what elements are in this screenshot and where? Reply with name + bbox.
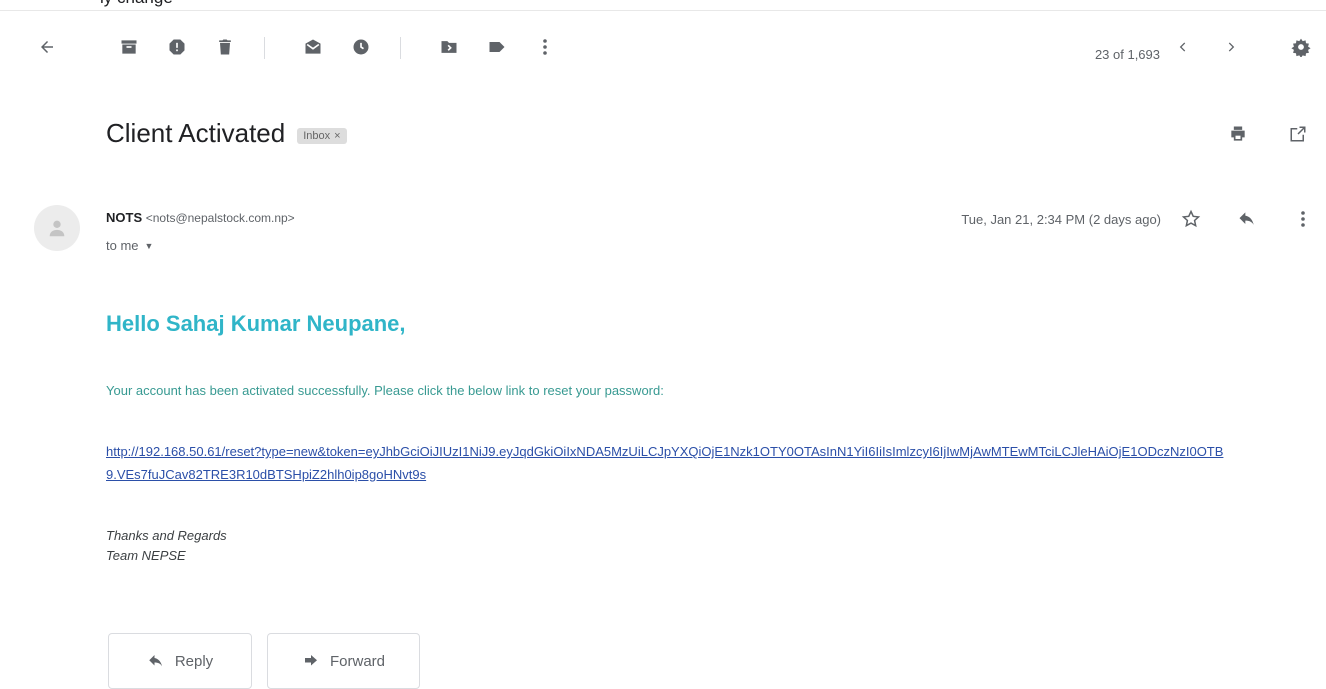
toolbar: 23 of 1,693 [0,22,1326,72]
details-dropdown-icon[interactable]: ▼ [145,241,154,251]
move-to-icon[interactable] [432,30,466,64]
settings-gear-icon[interactable] [1284,30,1318,64]
snooze-icon[interactable] [344,30,378,64]
more-icon[interactable] [528,30,562,64]
remove-label-icon[interactable]: × [334,130,340,142]
print-icon[interactable] [1226,122,1250,146]
open-new-window-icon[interactable] [1286,122,1310,146]
archive-icon[interactable] [112,30,146,64]
top-divider [0,10,1326,11]
email-signature: Thanks and Regards Team NEPSE [106,526,227,566]
reset-password-link[interactable]: http://192.168.50.61/reset?type=new&toke… [106,440,1226,486]
report-spam-icon[interactable] [160,30,194,64]
message-count: 23 of 1,693 [1094,47,1160,62]
inbox-label-chip[interactable]: Inbox × [297,127,347,144]
message-more-icon[interactable] [1290,206,1316,232]
forward-icon [304,655,317,666]
reply-icon[interactable] [1234,206,1260,232]
older-chevron-icon[interactable] [1214,30,1248,64]
signature-line: Thanks and Regards [106,528,227,543]
reply-icon [149,655,162,667]
sender-line: NOTS <nots@nepalstock.com.np> [106,210,295,225]
email-date: Tue, Jan 21, 2:34 PM (2 days ago) [961,212,1161,227]
reply-button[interactable]: Reply [108,633,252,689]
email-subject: Client Activated [106,118,286,148]
recipient-line: to me ▼ [106,238,153,253]
sender-avatar [34,205,80,251]
forward-button[interactable]: Forward [267,633,420,689]
toolbar-divider [400,37,401,59]
mark-unread-icon[interactable] [296,30,330,64]
sender-email: <nots@nepalstock.com.np> [145,211,295,225]
delete-icon[interactable] [208,30,242,64]
email-body-text: Your account has been activated successf… [106,383,664,398]
sender-name: NOTS [106,210,143,225]
recipient-text: to me [106,238,139,253]
reply-button-label: Reply [174,652,214,670]
star-icon[interactable] [1178,206,1204,232]
email-subject-row: Client Activated Inbox × [106,118,347,149]
toolbar-divider [264,37,265,59]
signature-line: Team NEPSE [106,548,186,563]
labels-icon[interactable] [480,30,514,64]
partial-top-text: ly cnange [100,0,173,8]
label-name: Inbox [303,129,331,142]
email-greeting: Hello Sahaj Kumar Neupane, [106,311,406,336]
back-icon[interactable] [30,30,64,64]
newer-chevron-icon[interactable] [1166,30,1200,64]
forward-button-label: Forward [329,652,385,670]
